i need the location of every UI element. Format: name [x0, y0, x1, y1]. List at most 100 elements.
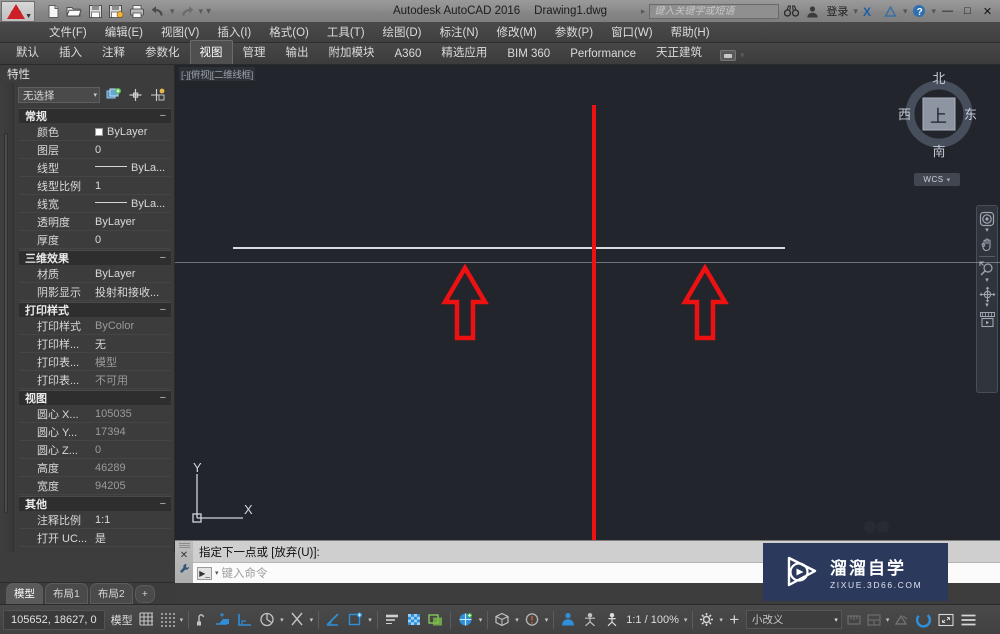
tab-default[interactable]: 默认	[6, 40, 49, 64]
menu-item-tools[interactable]: 工具(T)	[318, 22, 374, 42]
tab-tangent-arch[interactable]: 天正建筑	[646, 40, 712, 64]
property-row-linetype[interactable]: 线型 ByLa...	[19, 159, 171, 177]
polar-dropdown-icon[interactable]: ▾	[278, 616, 286, 624]
menu-item-draw[interactable]: 绘图(D)	[374, 22, 431, 42]
collapse-icon[interactable]: −	[160, 394, 166, 402]
menu-item-modify[interactable]: 修改(M)	[487, 22, 545, 42]
minimize-button[interactable]: —	[939, 2, 956, 20]
zoom-dropdown-icon[interactable]: ▾	[985, 279, 989, 284]
steeringwheel-dropdown-icon[interactable]: ▾	[985, 229, 989, 234]
workspace-switcher[interactable]: 小改义 ▾	[746, 610, 842, 629]
property-row-linetype-scale[interactable]: 线型比例 1	[19, 177, 171, 195]
layout-tab-model[interactable]: 模型	[6, 583, 43, 604]
drawing-canvas[interactable]: [-][俯视][二维线框] X Y 上 北	[175, 65, 1000, 540]
tab-featured-apps[interactable]: 精选应用	[431, 40, 497, 64]
tab-insert[interactable]: 插入	[49, 40, 92, 64]
command-line-handle[interactable]: ✕	[175, 541, 193, 583]
infocenter-search[interactable]	[649, 4, 779, 19]
object-snap-icon[interactable]	[286, 609, 308, 631]
collapse-icon[interactable]: −	[160, 500, 166, 508]
menu-item-format[interactable]: 格式(O)	[260, 22, 318, 42]
property-value[interactable]: 0	[95, 144, 101, 156]
chevron-down-icon[interactable]: ▾	[215, 569, 219, 577]
property-value[interactable]: ByLayer	[95, 216, 135, 228]
wcs-selector[interactable]: WCS ▾	[914, 173, 960, 186]
help-question-icon[interactable]: ?	[910, 2, 928, 20]
menu-item-dimension[interactable]: 标注(N)	[431, 22, 488, 42]
redo-dropdown-icon[interactable]: ▾	[198, 6, 205, 17]
ortho-mode-icon[interactable]	[234, 609, 256, 631]
tab-view[interactable]: 视图	[190, 40, 233, 64]
property-value[interactable]: ByLa...	[95, 162, 165, 174]
layout-tab-layout2[interactable]: 布局2	[90, 583, 133, 604]
showmotion-icon[interactable]	[978, 310, 996, 328]
3d-snap-dropdown-icon[interactable]: ▾	[366, 616, 374, 624]
property-row-ucs-icon-on[interactable]: 打开 UC... 是	[19, 529, 171, 547]
menu-item-help[interactable]: 帮助(H)	[662, 22, 719, 42]
exchange-dropdown-icon[interactable]: ▾	[903, 6, 908, 17]
menu-item-file[interactable]: 文件(F)	[40, 22, 96, 42]
3d-gizmo-icon[interactable]	[454, 609, 477, 631]
close-button[interactable]: ✕	[979, 2, 996, 20]
property-value[interactable]: 是	[95, 530, 106, 546]
property-row-plot-table-attached[interactable]: 打印表... 模型	[19, 353, 171, 371]
customization-menu-icon[interactable]	[957, 609, 980, 631]
lineweight-icon[interactable]	[381, 609, 403, 631]
menu-item-view[interactable]: 视图(V)	[152, 22, 208, 42]
annotation-scale-sync-icon[interactable]	[557, 609, 579, 631]
viewcube-compass[interactable]: 上 北 南 东 西	[896, 68, 982, 160]
collapse-icon[interactable]: −	[160, 254, 166, 262]
ribbon-display-icon[interactable]	[720, 50, 736, 61]
annotation-scale-dropdown-icon[interactable]: ▾	[682, 616, 690, 624]
settings-dropdown-icon[interactable]: ▾	[717, 616, 725, 624]
sign-in-label[interactable]: 登录	[826, 3, 848, 19]
property-row-annotation-scale[interactable]: 注释比例 1:1	[19, 511, 171, 529]
autodesk-a360-icon[interactable]	[882, 2, 900, 20]
autoscale-icon[interactable]	[579, 609, 601, 631]
property-group-header-view[interactable]: 视图 −	[19, 390, 171, 405]
qat-dropdown-icon[interactable]: ▾	[205, 6, 212, 17]
selection-cycling-icon[interactable]	[425, 609, 447, 631]
palette-scroll-grip[interactable]	[4, 133, 8, 513]
coordinates-display[interactable]: 105652, 18627, 0	[3, 610, 105, 630]
property-row-center-y[interactable]: 圆心 Y... 17394	[19, 423, 171, 441]
property-row-thickness[interactable]: 厚度 0	[19, 231, 171, 249]
zoom-extents-icon[interactable]	[978, 260, 996, 278]
annotation-dropdown-icon[interactable]: ▾	[543, 616, 551, 624]
snap-mode-icon[interactable]	[157, 609, 178, 631]
annotation-monitor-icon[interactable]	[601, 609, 623, 631]
menu-item-parametric[interactable]: 参数(P)	[546, 22, 602, 42]
user-account-icon[interactable]	[803, 2, 821, 20]
property-row-transparency[interactable]: 透明度 ByLayer	[19, 213, 171, 231]
menu-item-insert[interactable]: 插入(I)	[208, 22, 260, 42]
dynamic-ucs-icon[interactable]	[212, 609, 234, 631]
undo-dropdown-icon[interactable]: ▾	[169, 6, 176, 17]
hardware-accel-icon[interactable]	[912, 609, 935, 631]
save-as-icon[interactable]	[106, 2, 126, 21]
tab-addins[interactable]: 附加模块	[319, 40, 385, 64]
tab-bim360[interactable]: BIM 360	[497, 44, 560, 64]
menu-item-edit[interactable]: 编辑(E)	[96, 22, 152, 42]
tab-manage[interactable]: 管理	[233, 40, 276, 64]
annotation-visibility-icon[interactable]	[521, 609, 543, 631]
annotation-scale-value[interactable]: 1:1 / 100%	[623, 609, 682, 631]
selection-dropdown[interactable]: 无选择 ▾	[18, 87, 100, 103]
orbit-dropdown-icon[interactable]: ▾	[985, 304, 989, 309]
property-row-shadow-display[interactable]: 阴影显示 投射和接收...	[19, 283, 171, 301]
redo-icon[interactable]	[177, 2, 197, 21]
property-group-header-3d-effects[interactable]: 三维效果 −	[19, 250, 171, 265]
property-row-center-z[interactable]: 圆心 Z... 0	[19, 441, 171, 459]
property-group-header-general[interactable]: 常规 −	[19, 108, 171, 123]
property-value[interactable]: ByLayer	[95, 126, 147, 138]
property-value[interactable]: 1	[95, 180, 101, 192]
command-input-placeholder[interactable]: 键入命令	[222, 565, 268, 581]
property-group-header-misc[interactable]: 其他 −	[19, 496, 171, 511]
snap-dropdown-icon[interactable]: ▾	[178, 616, 186, 624]
infer-constraints-icon[interactable]	[192, 609, 212, 631]
gizmo-dropdown-icon[interactable]: ▾	[477, 616, 485, 624]
application-menu-button[interactable]: ▼	[1, 1, 35, 22]
quick-properties-icon[interactable]	[149, 87, 166, 104]
settings-gear-icon[interactable]	[696, 609, 717, 631]
property-row-color[interactable]: 颜色 ByLayer	[19, 123, 171, 141]
property-value[interactable]: 无	[95, 336, 106, 352]
